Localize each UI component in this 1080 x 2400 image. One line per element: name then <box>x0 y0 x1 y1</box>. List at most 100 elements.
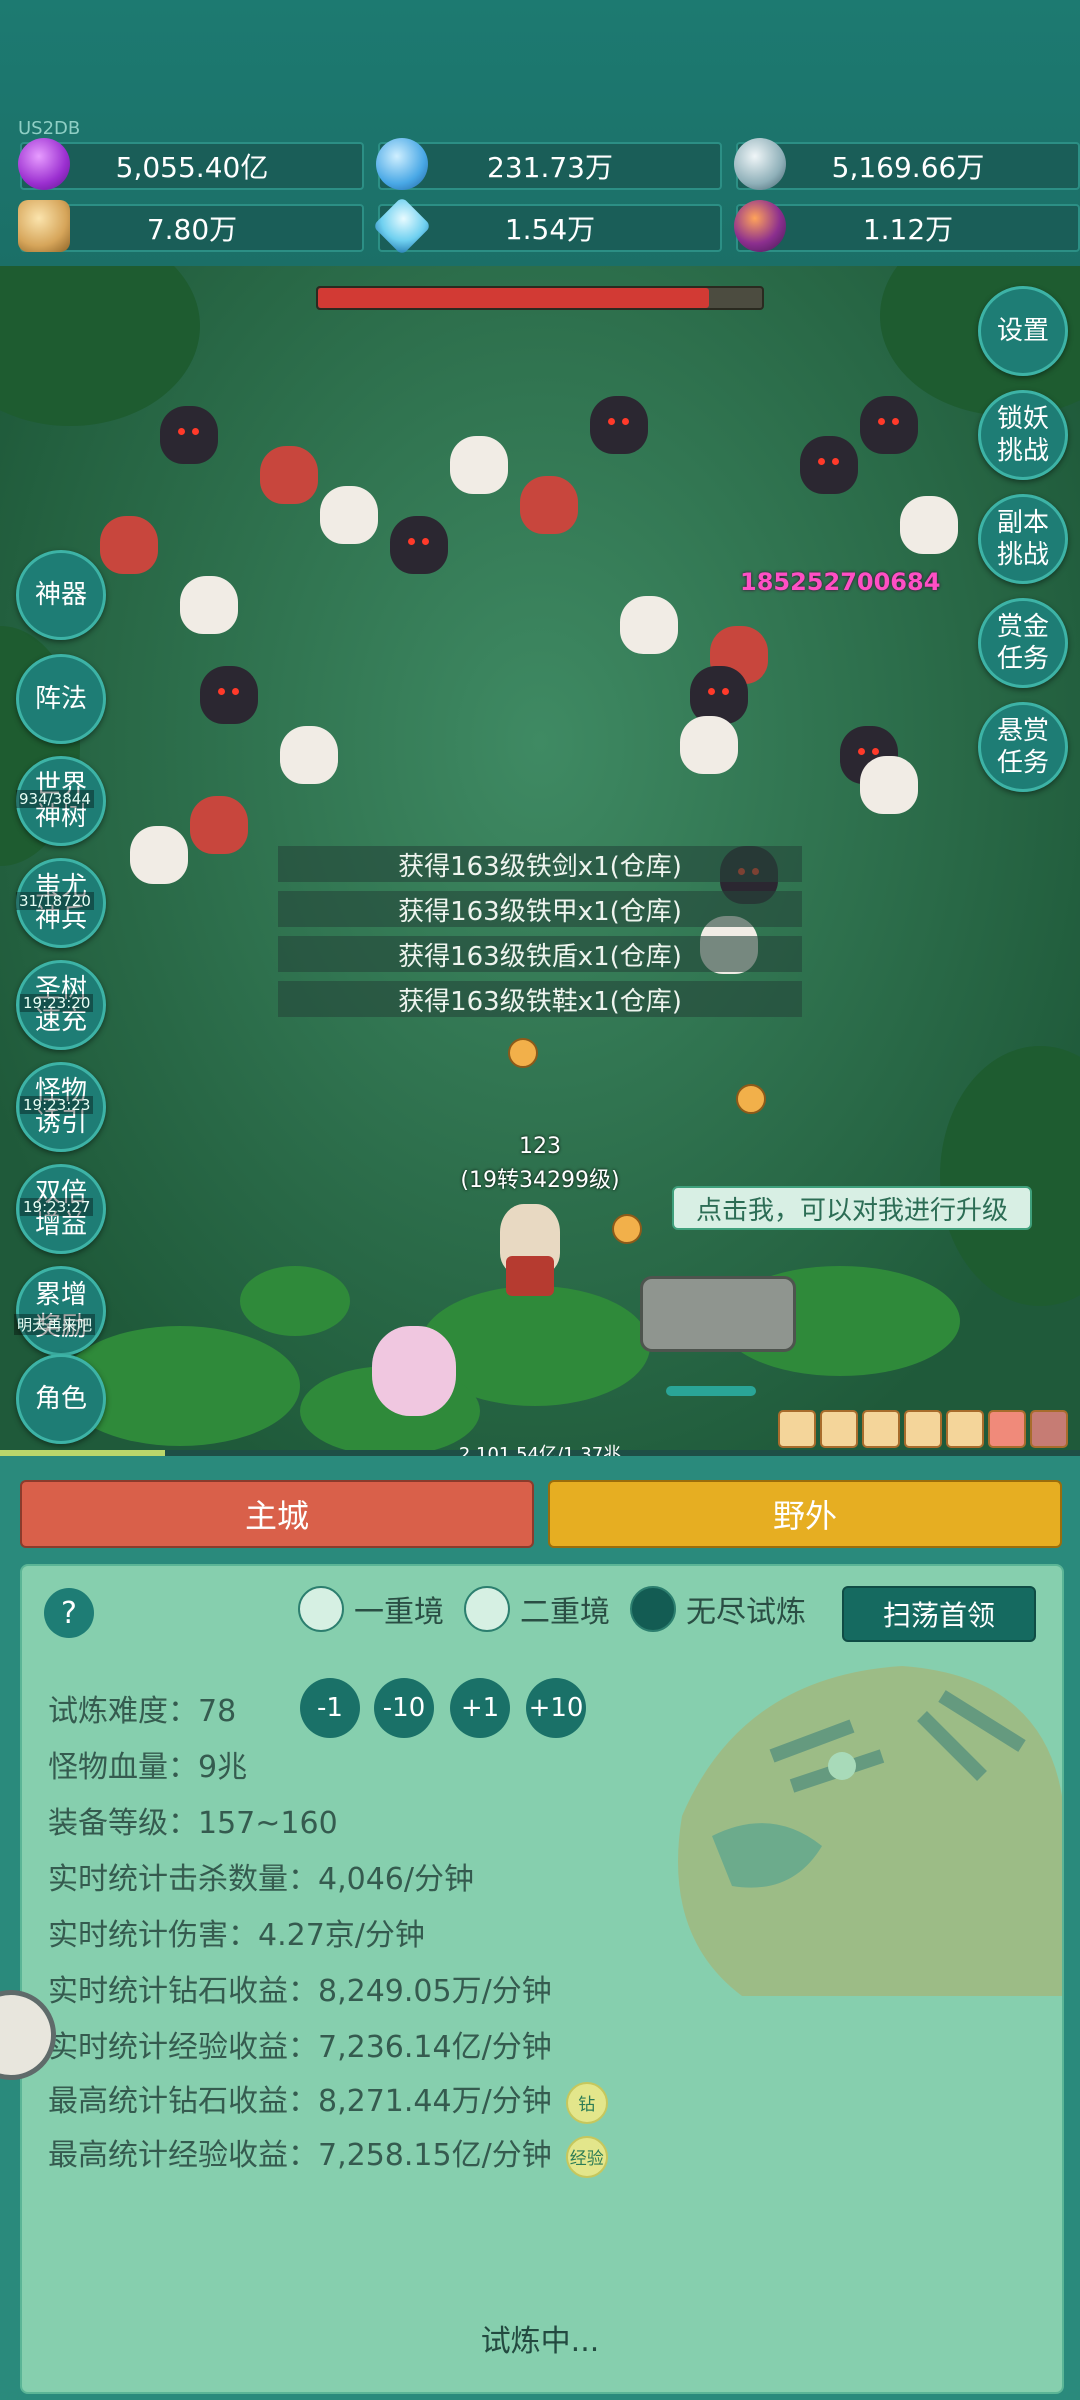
tank-upgrade-tooltip[interactable]: 点击我，可以对我进行升级 <box>672 1186 1032 1230</box>
red-monster <box>520 476 578 534</box>
button-label: 神器 <box>34 580 87 610</box>
tree-recharge-timer: 19:23:20 <box>20 994 94 1012</box>
resource-value: 5,055.40亿 <box>115 151 269 184</box>
pet-character[interactable] <box>372 1326 456 1416</box>
demon-lock-challenge-button[interactable]: 锁妖挑战 <box>978 390 1068 480</box>
trial-panel: ? 一重境 二重境 无尽试炼 扫荡首领 试炼难度：78 -1 -10 +1 +1… <box>20 1564 1064 2394</box>
world-tree-caption: 934/3844 <box>16 790 94 808</box>
tank-unit[interactable] <box>640 1276 796 1352</box>
cow-monster <box>320 486 378 544</box>
ice-crystal-icon <box>372 196 432 256</box>
button-label: 赏金任务 <box>996 612 1049 674</box>
demon-monster <box>860 396 918 454</box>
button-label: 悬赏任务 <box>996 716 1049 778</box>
equipment-level: 装备等级：157~160 <box>48 1806 338 1841</box>
main-city-tab[interactable]: 主城 <box>20 1480 534 1548</box>
resource-pot: 1.12万 <box>734 200 1080 252</box>
foliage <box>0 266 200 426</box>
purple-gem-icon <box>18 138 70 190</box>
hero-level: (19转34299级) <box>460 1168 620 1193</box>
demon-monster <box>590 396 648 454</box>
monster-lure-timer: 19:23:23 <box>20 1096 94 1114</box>
kill-rate: 实时统计击杀数量：4,046/分钟 <box>48 1862 474 1897</box>
mode-option-endless[interactable]: 无尽试炼 <box>630 1586 806 1632</box>
red-monster <box>100 516 158 574</box>
cow-monster <box>280 726 338 784</box>
help-button[interactable]: ? <box>44 1588 94 1638</box>
cow-monster <box>130 826 188 884</box>
demon-monster <box>200 666 258 724</box>
diamond-income: 实时统计钻石收益：8,249.05万/分钟 <box>48 1974 552 2009</box>
demon-monster <box>800 436 858 494</box>
max-exp-row: 最高统计经验收益：7,258.15亿/分钟 经验 <box>48 2130 608 2178</box>
chiyou-weapon-caption: 31/18720 <box>16 892 94 910</box>
button-label: 阵法 <box>34 684 87 714</box>
resource-ice: 1.54万 <box>372 196 722 256</box>
character-button[interactable]: 角色 <box>16 1354 106 1444</box>
blue-crystal-icon <box>376 138 428 190</box>
mode-label: 二重境 <box>520 1595 610 1630</box>
resource-scroll: 7.80万 <box>18 200 364 252</box>
reward-task-button[interactable]: 悬赏任务 <box>978 702 1068 792</box>
resource-value: 1.12万 <box>862 213 954 246</box>
resource-value: 1.54万 <box>504 213 596 246</box>
cumulative-reward-caption: 明天再来吧 <box>14 1314 96 1335</box>
mode-label: 无尽试炼 <box>686 1595 806 1630</box>
exp-badge-icon: 经验 <box>565 2135 608 2178</box>
difficulty-value: 78 <box>198 1694 237 1729</box>
max-diamond-income: 最高统计钻石收益：8,271.44万/分钟 <box>48 2084 552 2119</box>
artifact-button[interactable]: 神器 <box>16 550 106 640</box>
resource-value: 5,169.66万 <box>831 151 985 184</box>
difficulty-minus-10-button[interactable]: -10 <box>374 1678 434 1738</box>
resource-bar: US2DB 5,055.40亿 231.73万 5,169.66万 7.80万 … <box>0 0 1080 266</box>
boss-health-bar <box>316 286 764 310</box>
demon-monster <box>160 406 218 464</box>
scroll-icon <box>18 200 70 252</box>
mode-option-2[interactable]: 二重境 <box>464 1586 610 1632</box>
demon-monster <box>390 516 448 574</box>
foliage <box>940 1046 1080 1306</box>
monster-hp: 怪物血量：9兆 <box>48 1750 248 1785</box>
tiger-illustration <box>678 1666 1062 1996</box>
wild-tab[interactable]: 野外 <box>548 1480 1062 1548</box>
experience-text: 2,101.54亿/1.37兆 <box>458 1444 622 1456</box>
red-monster <box>260 446 318 504</box>
resource-crystal: 231.73万 <box>376 138 722 190</box>
loot-log-item: 获得163级铁剑x1(仓库) <box>278 846 802 882</box>
resource-orb: 5,169.66万 <box>734 138 1080 190</box>
hero-armor <box>506 1256 554 1296</box>
radio-dot-selected <box>630 1586 676 1632</box>
radio-dot <box>298 1586 344 1632</box>
silver-orb-icon <box>734 138 786 190</box>
loot-log-item: 获得163级铁甲x1(仓库) <box>278 891 802 927</box>
difficulty-plus-1-button[interactable]: +1 <box>450 1678 510 1738</box>
bounty-task-button[interactable]: 赏金任务 <box>978 598 1068 688</box>
cow-monster <box>860 756 918 814</box>
difficulty-plus-10-button[interactable]: +10 <box>526 1678 586 1738</box>
coin-icon <box>508 1038 538 1068</box>
button-label: 角色 <box>34 1384 87 1414</box>
demon-monster <box>690 666 748 724</box>
sweep-boss-button[interactable]: 扫荡首领 <box>842 1586 1036 1642</box>
difficulty-minus-1-button[interactable]: -1 <box>300 1678 360 1738</box>
dungeon-challenge-button[interactable]: 副本挑战 <box>978 494 1068 584</box>
max-exp-income: 最高统计经验收益：7,258.15亿/分钟 <box>48 2138 552 2173</box>
damage-rate: 实时统计伤害：4.27京/分钟 <box>48 1918 425 1953</box>
button-label: 锁妖挑战 <box>996 404 1049 466</box>
cumulative-reward-button[interactable]: 累增奖励 <box>16 1266 106 1356</box>
battlefield[interactable]: 185252700684 神器 阵法 世界神树 934/3844 蚩尤神兵 31… <box>0 266 1080 1456</box>
radio-dot <box>464 1586 510 1632</box>
coin-icon <box>612 1214 642 1244</box>
difficulty-row: 试炼难度：78 <box>48 1686 236 1730</box>
mode-option-1[interactable]: 一重境 <box>298 1586 444 1632</box>
formation-button[interactable]: 阵法 <box>16 654 106 744</box>
red-monster <box>190 796 248 854</box>
resource-value: 7.80万 <box>146 213 238 246</box>
cow-monster <box>450 436 508 494</box>
hero-count: 123 <box>519 1134 561 1159</box>
resource-value: 231.73万 <box>487 151 613 184</box>
cow-monster <box>620 596 678 654</box>
settings-button[interactable]: 设置 <box>978 286 1068 376</box>
exp-income: 实时统计经验收益：7,236.14亿/分钟 <box>48 2030 552 2065</box>
tank-health-bar <box>666 1386 756 1396</box>
